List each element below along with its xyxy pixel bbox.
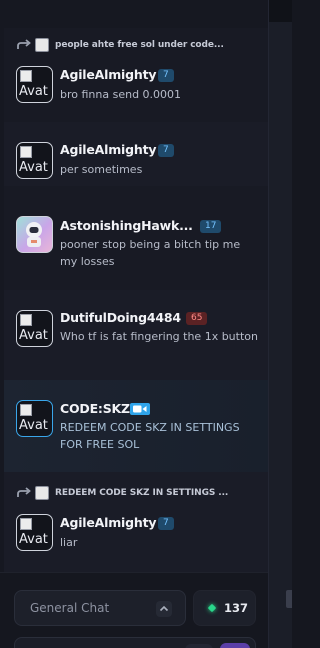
username[interactable]: AgileAlmighty	[60, 142, 157, 157]
message-text: Who tf is fat fingering the 1x button	[60, 330, 258, 343]
username[interactable]: AgileAlmighty	[60, 67, 157, 82]
chat-footer: General Chat 137	[0, 572, 268, 648]
reply-arrow-icon	[17, 39, 31, 49]
username[interactable]: CODE:SKZ	[60, 401, 130, 416]
reply-avatar-icon	[35, 486, 49, 500]
chat-message-featured: Avat CODE:SKZ REDEEM CODE SKZ IN SETTING…	[4, 380, 268, 473]
message-text: bro finna send 0.0001	[60, 88, 182, 101]
level-badge: 7	[158, 517, 174, 530]
level-badge: 7	[158, 144, 174, 157]
avatar[interactable]: Avat	[16, 66, 53, 103]
reply-arrow-icon	[17, 487, 31, 497]
channel-select[interactable]: General Chat	[14, 590, 186, 626]
channel-label: General Chat	[30, 601, 110, 615]
message-text: REDEEM CODE SKZ IN SETTINGS FOR FREE SOL	[60, 421, 240, 451]
level-badge: 7	[158, 69, 174, 82]
avatar[interactable]: Avat	[16, 310, 53, 347]
side-panel-edge	[268, 0, 292, 648]
broken-image-icon	[20, 70, 32, 82]
chat-message: AstonishingHawk... 17 pooner stop being …	[4, 186, 268, 291]
reply-text: people ahte free sol under code...	[55, 40, 224, 50]
level-badge: 17	[200, 220, 222, 233]
avatar[interactable]: Avat	[16, 142, 53, 179]
reply-text: REDEEM CODE SKZ IN SETTINGS ...	[55, 488, 229, 498]
side-panel-header	[269, 0, 292, 22]
chevron-up-icon[interactable]	[156, 601, 172, 617]
chat-feed[interactable]: people ahte free sol under code... Avat …	[0, 0, 268, 572]
chat-message: Avat DutifulDoing4484 65 Who tf is fat f…	[4, 290, 268, 381]
broken-image-icon	[20, 518, 32, 530]
avatar[interactable]: Avat	[16, 400, 53, 437]
message-input[interactable]	[14, 637, 256, 648]
avatar-alt-text: Avat	[19, 532, 48, 547]
emoji-button[interactable]	[185, 644, 213, 648]
online-users: 137	[193, 590, 256, 626]
broken-image-icon	[20, 314, 32, 326]
message-text: pooner stop being a bitch tip me my loss…	[60, 238, 241, 268]
avatar[interactable]	[16, 216, 53, 253]
online-diamond-icon	[207, 603, 217, 613]
chat-message: REDEEM CODE SKZ IN SETTINGS ... Avat Agi…	[4, 472, 268, 572]
online-count: 137	[224, 601, 249, 615]
reply-reference[interactable]: people ahte free sol under code...	[16, 37, 224, 53]
video-camera-icon	[130, 403, 150, 415]
broken-image-icon	[20, 404, 32, 416]
astronaut-avatar-icon	[26, 222, 42, 247]
username[interactable]: DutifulDoing4484	[60, 310, 181, 325]
message-text: liar	[60, 536, 78, 549]
avatar[interactable]: Avat	[16, 514, 53, 551]
panel-toggle-tab[interactable]	[286, 590, 292, 608]
broken-image-icon	[20, 146, 32, 158]
app-root: people ahte free sol under code... Avat …	[0, 0, 292, 648]
send-button[interactable]	[220, 643, 250, 648]
level-badge: 65	[186, 312, 208, 325]
avatar-alt-text: Avat	[19, 418, 48, 433]
avatar-alt-text: Avat	[19, 84, 48, 99]
avatar-alt-text: Avat	[19, 328, 48, 343]
chat-message: people ahte free sol under code... Avat …	[4, 28, 268, 123]
reply-reference[interactable]: REDEEM CODE SKZ IN SETTINGS ...	[16, 485, 228, 501]
message-text: per sometimes	[60, 163, 143, 176]
reply-avatar-icon	[35, 38, 49, 52]
username[interactable]: AstonishingHawk...	[60, 218, 193, 233]
username[interactable]: AgileAlmighty	[60, 515, 157, 530]
avatar-alt-text: Avat	[19, 160, 48, 175]
chat-message: Avat AgileAlmighty 7 per sometimes	[4, 122, 268, 187]
